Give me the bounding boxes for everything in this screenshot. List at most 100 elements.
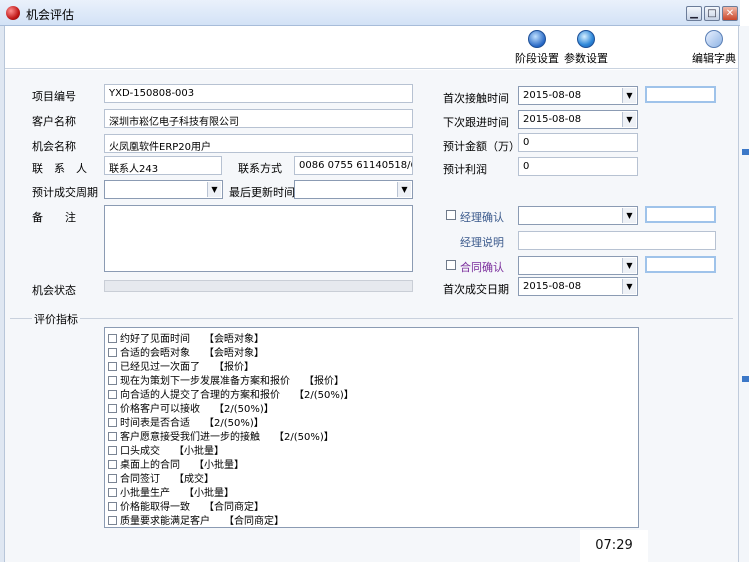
opportunity-label: 机会名称 <box>32 140 76 153</box>
list-item[interactable]: 价格能取得一致 【合同商定】 <box>108 498 264 513</box>
contract-confirm-checkbox[interactable] <box>446 260 456 270</box>
chevron-down-icon[interactable]: ▼ <box>622 279 636 294</box>
list-item-checkbox[interactable] <box>108 460 117 469</box>
list-item[interactable]: 口头成交 【小批量】 <box>108 442 224 457</box>
opportunity-field[interactable]: 火凤凰软件ERP20用户 <box>104 134 413 153</box>
chevron-down-icon[interactable]: ▼ <box>207 182 221 197</box>
list-item-checkbox[interactable] <box>108 334 117 343</box>
close-button[interactable]: ✕ <box>722 6 738 21</box>
status-label: 机会状态 <box>32 284 76 297</box>
list-item-checkbox[interactable] <box>108 432 117 441</box>
minimize-button[interactable]: ▁ <box>686 6 702 21</box>
manager-confirm-checkbox[interactable] <box>446 210 456 220</box>
list-item[interactable]: 客户愿意接受我们进一步的接触 【2/(50%)】 <box>108 428 334 443</box>
list-item-tag: 【2/(50%)】 <box>274 432 334 443</box>
list-item-checkbox[interactable] <box>108 474 117 483</box>
expected-profit-label: 预计利润 <box>443 163 487 176</box>
list-item-checkbox[interactable] <box>108 418 117 427</box>
customer-field[interactable]: 深圳市崧亿电子科技有限公司 <box>104 109 413 128</box>
contact-method-label: 联系方式 <box>238 162 282 175</box>
last-update-label: 最后更新时间 <box>229 186 295 199</box>
contract-confirm-extra-field[interactable] <box>645 256 716 273</box>
list-item[interactable]: 约好了见面时间 【会晤对象】 <box>108 330 264 345</box>
manager-confirm-label: 经理确认 <box>460 211 504 224</box>
list-item-checkbox[interactable] <box>108 516 117 525</box>
dictionary-icon <box>705 30 723 48</box>
list-item[interactable]: 现在为策划下一步发展准备方案和报价 【报价】 <box>108 372 344 387</box>
first-deal-label: 首次成交日期 <box>443 283 509 296</box>
manager-note-field[interactable] <box>518 231 716 250</box>
first-contact-value: 2015-08-08 <box>523 90 582 101</box>
list-item-checkbox[interactable] <box>108 348 117 357</box>
manager-note-label: 经理说明 <box>460 236 504 249</box>
first-deal-value: 2015-08-08 <box>523 281 582 292</box>
right-edge-marker <box>742 149 749 155</box>
list-item-checkbox[interactable] <box>108 376 117 385</box>
last-update-select[interactable]: ▼ <box>294 180 413 199</box>
contract-confirm-select[interactable]: ▼ <box>518 256 638 275</box>
edit-dict-label: 编辑字典 <box>692 52 736 65</box>
expected-amount-label: 预计金额（万） <box>443 140 520 153</box>
chevron-down-icon[interactable]: ▼ <box>622 88 636 103</box>
list-item-checkbox[interactable] <box>108 390 117 399</box>
list-item[interactable]: 已经见过一次面了 【报价】 <box>108 358 254 373</box>
list-item-checkbox[interactable] <box>108 502 117 511</box>
param-settings-button[interactable]: 参数设置 <box>563 30 609 66</box>
manager-confirm-extra-field[interactable] <box>645 206 716 223</box>
edit-dict-button[interactable]: 编辑字典 <box>691 30 737 66</box>
window-title: 机会评估 <box>26 8 75 22</box>
contact-method-field[interactable]: 0086 0755 61140518/611 <box>294 156 413 175</box>
list-item[interactable]: 价格客户可以接收 【2/(50%)】 <box>108 400 274 415</box>
list-item[interactable]: 合同签订 【成交】 <box>108 470 214 485</box>
title-bar: 机会评估 ▁ □ ✕ <box>0 0 740 26</box>
contact-field[interactable]: 联系人243 <box>104 156 222 175</box>
next-follow-date[interactable]: 2015-08-08 ▼ <box>518 110 638 129</box>
chevron-down-icon[interactable]: ▼ <box>622 112 636 127</box>
list-item[interactable]: 时间表是否合适 【2/(50%)】 <box>108 414 264 429</box>
list-item-checkbox[interactable] <box>108 404 117 413</box>
list-item-checkbox[interactable] <box>108 362 117 371</box>
remark-textarea[interactable] <box>104 205 413 272</box>
first-contact-date[interactable]: 2015-08-08 ▼ <box>518 86 638 105</box>
list-item-text: 质量要求能满足客户 <box>120 516 210 527</box>
chevron-down-icon[interactable]: ▼ <box>622 258 636 273</box>
list-item[interactable]: 小批量生产 【小批量】 <box>108 484 234 499</box>
expected-cycle-select[interactable]: ▼ <box>104 180 223 199</box>
customer-label: 客户名称 <box>32 115 76 128</box>
next-follow-value: 2015-08-08 <box>523 114 582 125</box>
expected-amount-field[interactable]: 0 <box>518 133 638 152</box>
list-item-checkbox[interactable] <box>108 488 117 497</box>
indicators-list[interactable]: 约好了见面时间 【会晤对象】 合适的会晤对象 【会晤对象】 已经见过一次面了 【报价】… <box>104 327 639 528</box>
contract-confirm-label: 合同确认 <box>460 261 504 274</box>
project-no-field[interactable]: YXD-150808-003 <box>104 84 413 103</box>
first-deal-date[interactable]: 2015-08-08 ▼ <box>518 277 638 296</box>
list-item-tag: 【合同商定】 <box>224 516 284 527</box>
globe-icon <box>577 30 595 48</box>
manager-confirm-select[interactable]: ▼ <box>518 206 638 225</box>
right-scroll-edge <box>738 26 749 562</box>
stage-settings-icon <box>528 30 546 48</box>
first-contact-extra-field[interactable] <box>645 86 716 103</box>
expected-cycle-label: 预计成交周期 <box>32 186 98 199</box>
stage-settings-label: 阶段设置 <box>515 52 559 65</box>
list-item[interactable]: 桌面上的合同 【小批量】 <box>108 456 244 471</box>
chevron-down-icon[interactable]: ▼ <box>397 182 411 197</box>
maximize-button[interactable]: □ <box>704 6 720 21</box>
list-item[interactable]: 合适的会晤对象 【会晤对象】 <box>108 344 264 359</box>
indicators-title: 评价指标 <box>32 311 80 327</box>
list-item[interactable]: 向合适的人提交了合理的方案和报价 【2/(50%)】 <box>108 386 354 401</box>
next-follow-label: 下次跟进时间 <box>443 116 509 129</box>
expected-profit-field[interactable]: 0 <box>518 157 638 176</box>
stage-settings-button[interactable]: 阶段设置 <box>515 30 559 66</box>
project-no-label: 项目编号 <box>32 90 76 103</box>
chevron-down-icon[interactable]: ▼ <box>622 208 636 223</box>
first-contact-label: 首次接触时间 <box>443 92 509 105</box>
taskbar-clock[interactable]: 07:29 <box>580 530 648 562</box>
right-edge-marker <box>742 376 749 382</box>
list-item-checkbox[interactable] <box>108 446 117 455</box>
remark-label: 备 注 <box>32 211 76 224</box>
app-icon <box>6 6 20 20</box>
status-progress-bar <box>104 280 413 292</box>
toolbar: 阶段设置 参数设置 编辑字典 <box>5 27 738 69</box>
list-item[interactable]: 质量要求能满足客户 【合同商定】 <box>108 512 284 527</box>
